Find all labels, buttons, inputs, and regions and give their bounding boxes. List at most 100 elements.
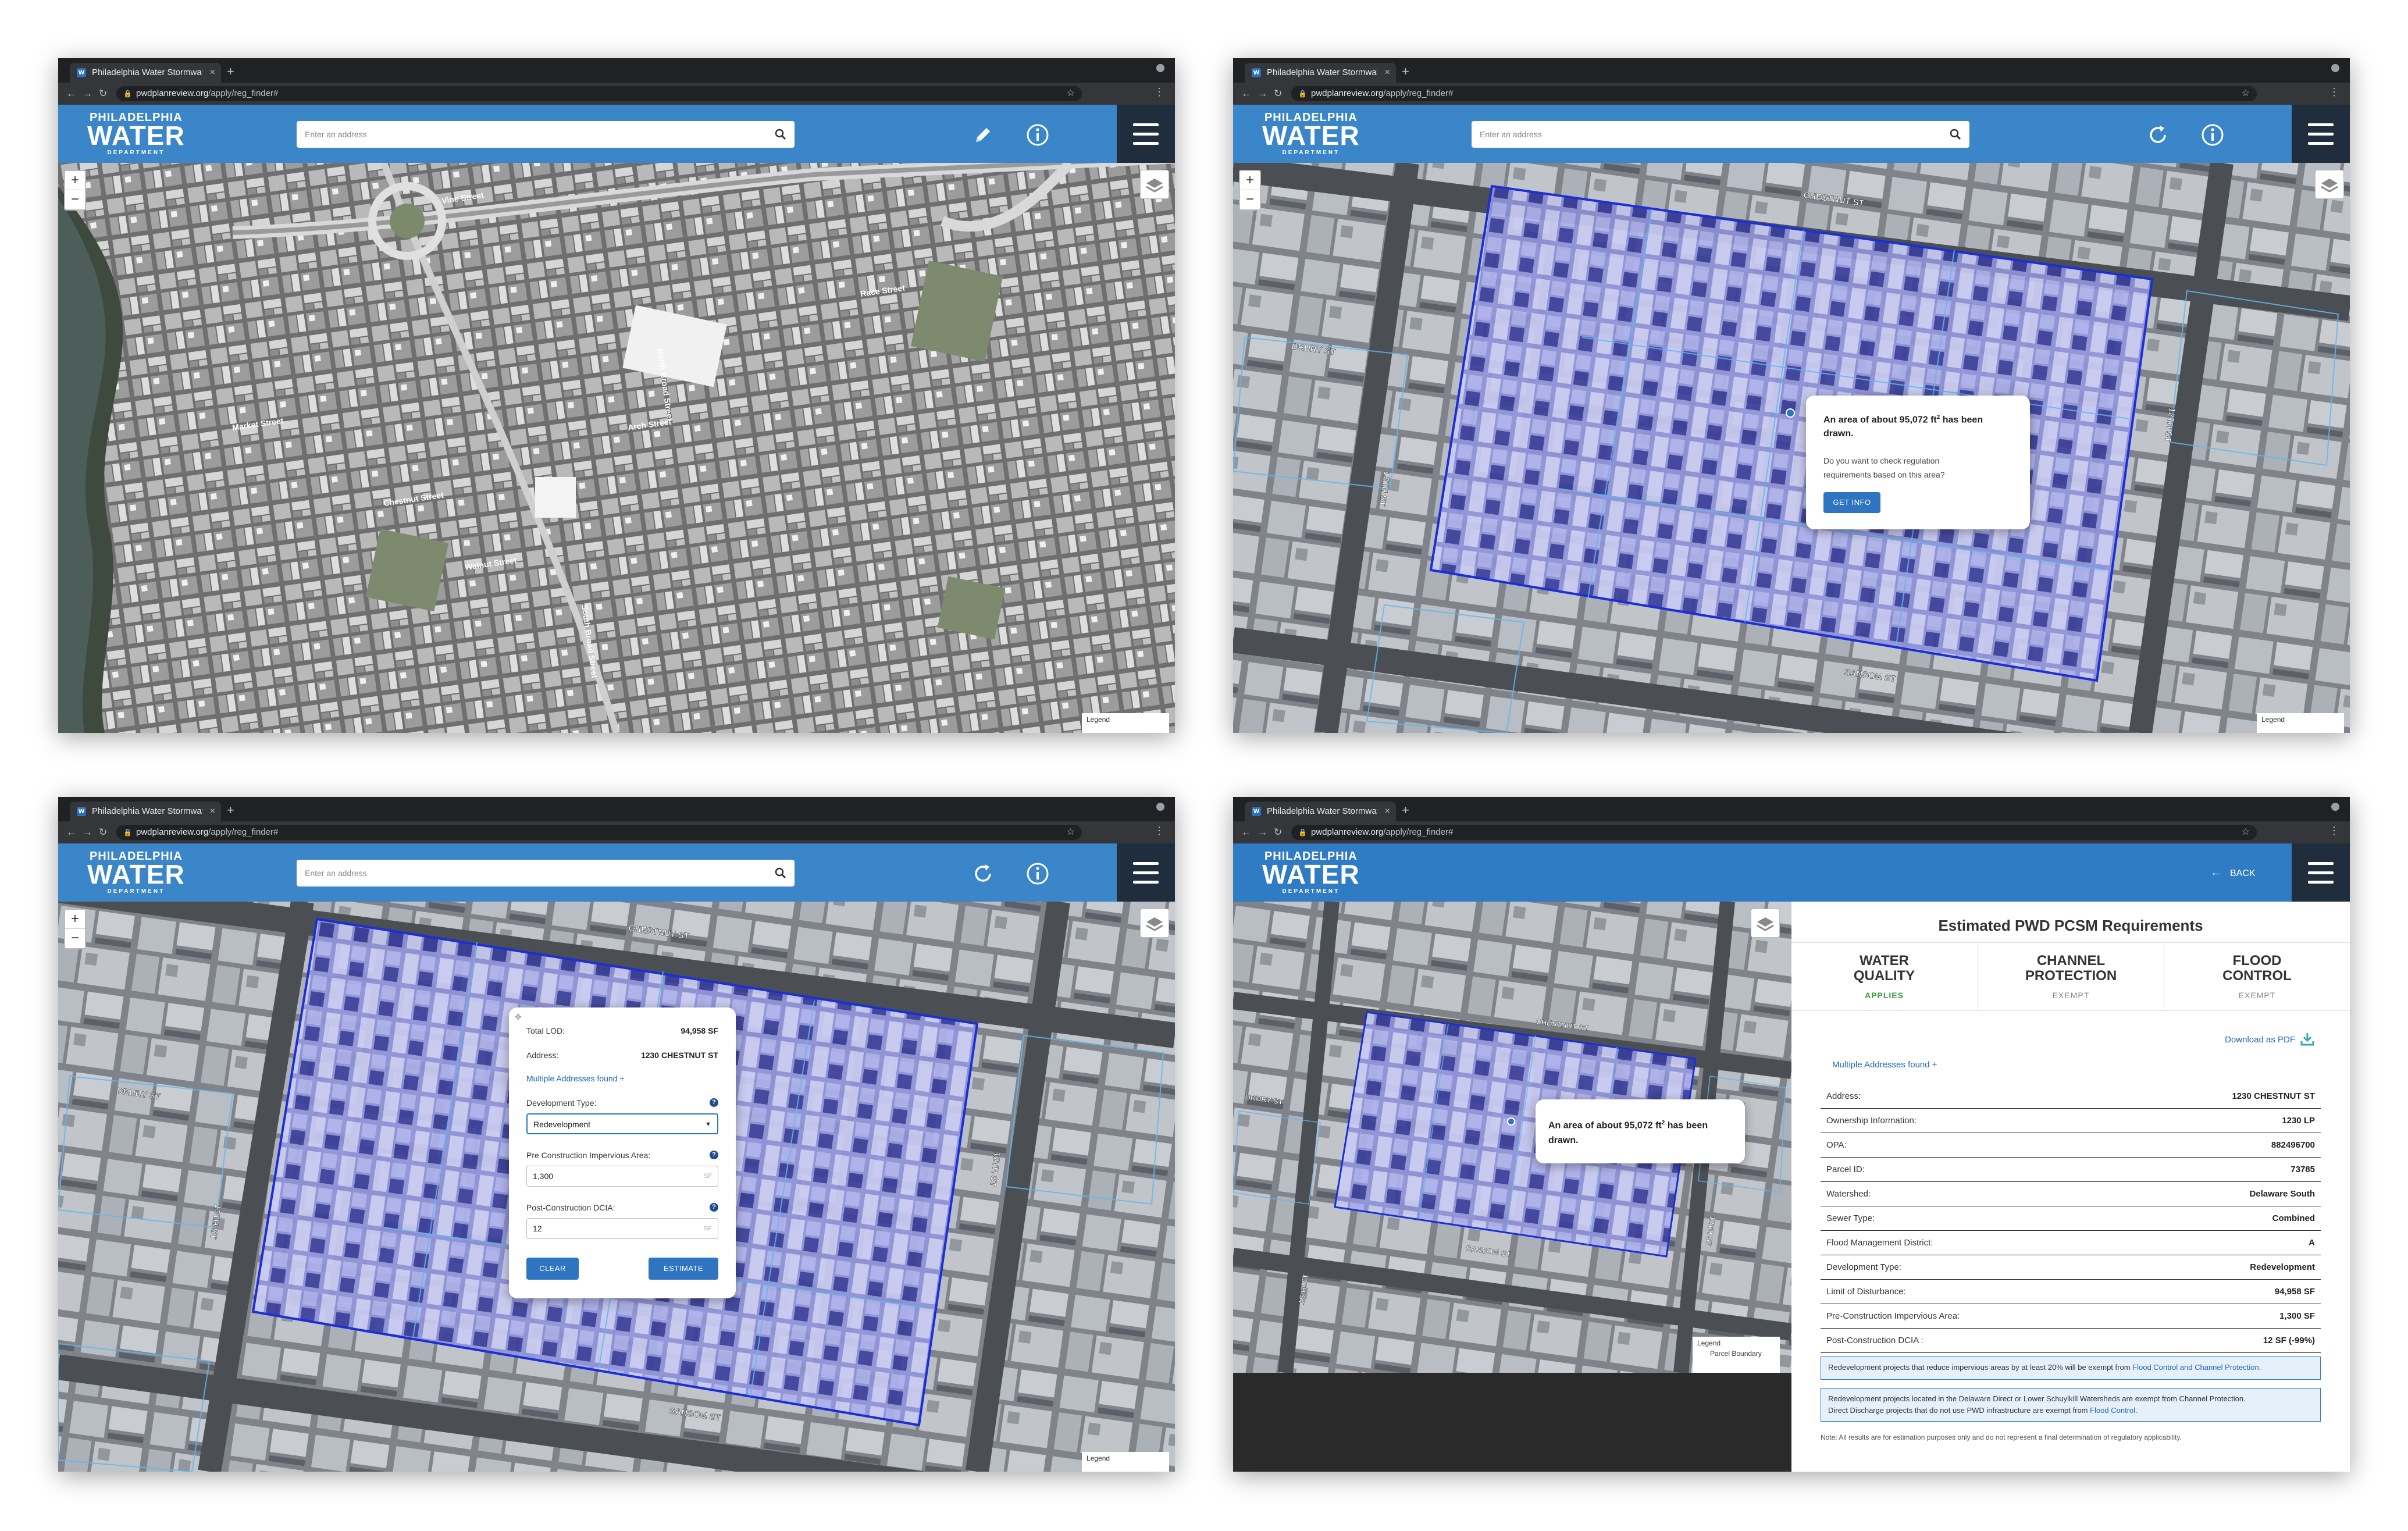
window-control-icon[interactable]	[2331, 64, 2339, 72]
menu-button[interactable]	[2292, 843, 2350, 902]
tab-close-icon[interactable]: ×	[1385, 63, 1390, 83]
reload-icon[interactable]: ↻	[99, 87, 107, 100]
forward-arrow-icon[interactable]: →	[1258, 826, 1267, 839]
category-water-quality[interactable]: WATER QUALITY APPLIES	[1791, 943, 1977, 1010]
multiple-addresses-link[interactable]: Multiple Addresses found +	[526, 1074, 625, 1083]
new-tab-icon[interactable]: +	[227, 63, 234, 80]
bookmark-star-icon[interactable]: ☆	[2242, 86, 2250, 101]
clear-button[interactable]: CLEAR	[526, 1258, 579, 1280]
pwd-logo[interactable]: PHILADELPHIA WATER DEPARTMENT	[1262, 850, 1360, 895]
browser-menu-icon[interactable]: ⋮	[2329, 86, 2339, 98]
bookmark-star-icon[interactable]: ☆	[2242, 825, 2250, 840]
help-icon[interactable]: ?	[710, 1151, 718, 1159]
reset-icon[interactable]	[2144, 121, 2172, 149]
table-row: Ownership Information: 1230 LP	[1821, 1109, 2321, 1133]
tab-close-icon[interactable]: ×	[210, 63, 215, 83]
help-icon[interactable]: ?	[710, 1098, 718, 1107]
layers-toggle-button[interactable]	[2315, 170, 2344, 199]
url-field[interactable]: 🔒 pwdplanreview.org/apply/reg_finder# ☆	[116, 86, 1082, 101]
zoom-out-button[interactable]: −	[1240, 190, 1260, 209]
back-arrow-icon[interactable]: ←	[1241, 826, 1251, 839]
forward-arrow-icon[interactable]: →	[83, 826, 92, 839]
browser-menu-icon[interactable]: ⋮	[2329, 825, 2339, 837]
forward-arrow-icon[interactable]: →	[83, 87, 92, 100]
window-control-icon[interactable]	[1156, 64, 1164, 72]
back-arrow-icon[interactable]: ←	[1241, 87, 1251, 100]
map-legend[interactable]: Legend	[2257, 713, 2344, 733]
category-flood-control[interactable]: FLOOD CONTROL EXEMPT	[2164, 943, 2350, 1010]
zoom-out-button[interactable]: −	[65, 929, 85, 948]
flood-channel-link[interactable]: Flood Control and Channel Protection.	[2132, 1363, 2261, 1372]
browser-tab[interactable]: W Philadelphia Water Stormwate ×	[1245, 63, 1396, 83]
menu-button[interactable]	[1117, 105, 1175, 163]
get-info-button[interactable]: GET INFO	[1823, 492, 1880, 513]
drag-handle-icon[interactable]: ✥	[515, 1012, 522, 1022]
aerial-map[interactable]: CHESTNUT ST SANSOM ST DRURY ST 13TH ST 1…	[58, 902, 1175, 1472]
map-legend[interactable]: Legend Parcel Boundary	[1693, 1337, 1780, 1373]
back-arrow-icon[interactable]: ←	[66, 87, 76, 100]
estimate-button[interactable]: ESTIMATE	[649, 1258, 718, 1280]
map-marker-icon[interactable]	[1507, 1117, 1515, 1126]
layers-toggle-button[interactable]	[1140, 909, 1169, 938]
zoom-in-button[interactable]: +	[1240, 171, 1260, 190]
url-field[interactable]: 🔒 pwdplanreview.org/apply/reg_finder# ☆	[1291, 825, 2257, 840]
map-legend[interactable]: Legend	[1082, 1452, 1169, 1472]
forward-arrow-icon[interactable]: →	[1258, 87, 1267, 100]
info-icon[interactable]	[1024, 860, 1052, 888]
browser-tab[interactable]: W Philadelphia Water Stormwate ×	[1245, 802, 1396, 821]
url-field[interactable]: 🔒 pwdplanreview.org/apply/reg_finder# ☆	[1291, 86, 2257, 101]
tab-close-icon[interactable]: ×	[1385, 802, 1390, 821]
address-search[interactable]: Enter an address	[297, 860, 795, 886]
layers-toggle-button[interactable]	[1751, 909, 1780, 938]
browser-menu-icon[interactable]: ⋮	[1154, 825, 1164, 837]
browser-tab[interactable]: W Philadelphia Water Stormwate ×	[70, 802, 221, 821]
window-control-icon[interactable]	[1156, 803, 1164, 811]
info-icon[interactable]	[1024, 121, 1052, 149]
help-icon[interactable]: ?	[710, 1203, 718, 1212]
development-type-select[interactable]: Redevelopment ▼	[526, 1113, 718, 1134]
post-construction-input[interactable]: 12 SF	[526, 1218, 718, 1239]
zoom-out-button[interactable]: −	[65, 190, 85, 209]
category-channel-protection[interactable]: CHANNEL PROTECTION EXEMPT	[1978, 943, 2164, 1010]
bookmark-star-icon[interactable]: ☆	[1067, 86, 1075, 101]
reload-icon[interactable]: ↻	[1274, 87, 1282, 100]
url-field[interactable]: 🔒 pwdplanreview.org/apply/reg_finder# ☆	[116, 825, 1082, 840]
map-marker-icon[interactable]	[1786, 408, 1795, 418]
flood-control-link[interactable]: Flood Control.	[2090, 1406, 2138, 1415]
map-legend[interactable]: Legend	[1082, 713, 1169, 733]
tab-close-icon[interactable]: ×	[210, 802, 215, 821]
multiple-addresses-link[interactable]: Multiple Addresses found +	[1832, 1060, 1937, 1070]
search-icon[interactable]	[1950, 129, 1961, 140]
new-tab-icon[interactable]: +	[227, 802, 234, 819]
search-icon[interactable]	[775, 129, 786, 140]
window-control-icon[interactable]	[2331, 803, 2339, 811]
menu-button[interactable]	[2292, 105, 2350, 163]
menu-button[interactable]	[1117, 843, 1175, 902]
aerial-map[interactable]: Vine Street Race Street Arch Street Mark…	[58, 163, 1175, 733]
layers-toggle-button[interactable]	[1140, 170, 1169, 199]
download-pdf-link[interactable]: Download as PDF	[2225, 1032, 2315, 1046]
aerial-map[interactable]: CHESTNUT ST SANSOM ST DRURY ST 13TH ST 1…	[1233, 902, 1791, 1373]
pwd-logo[interactable]: PHILADELPHIA WATER DEPARTMENT	[1262, 112, 1360, 156]
reload-icon[interactable]: ↻	[1274, 826, 1282, 839]
pencil-icon[interactable]	[969, 121, 997, 149]
new-tab-icon[interactable]: +	[1402, 802, 1409, 819]
info-icon[interactable]	[2199, 121, 2227, 149]
pre-construction-input[interactable]: 1,300 SF	[526, 1166, 718, 1187]
back-button[interactable]: ← BACK	[2210, 864, 2256, 882]
aerial-map[interactable]: CHESTNUT ST SANSOM ST DRURY ST 13TH ST 1…	[1233, 163, 2350, 733]
zoom-in-button[interactable]: +	[65, 171, 85, 190]
bookmark-star-icon[interactable]: ☆	[1067, 825, 1075, 840]
browser-tab[interactable]: W Philadelphia Water Stormwate ×	[70, 63, 221, 83]
back-arrow-icon[interactable]: ←	[66, 826, 76, 839]
search-icon[interactable]	[775, 867, 786, 879]
pwd-logo[interactable]: PHILADELPHIA WATER DEPARTMENT	[87, 112, 185, 156]
address-search[interactable]: Enter an address	[297, 121, 795, 148]
new-tab-icon[interactable]: +	[1402, 63, 1409, 80]
zoom-in-button[interactable]: +	[65, 910, 85, 929]
reload-icon[interactable]: ↻	[99, 826, 107, 839]
address-search[interactable]: Enter an address	[1472, 121, 1969, 148]
reset-icon[interactable]	[969, 860, 997, 888]
pwd-logo[interactable]: PHILADELPHIA WATER DEPARTMENT	[87, 850, 185, 895]
browser-menu-icon[interactable]: ⋮	[1154, 86, 1164, 98]
